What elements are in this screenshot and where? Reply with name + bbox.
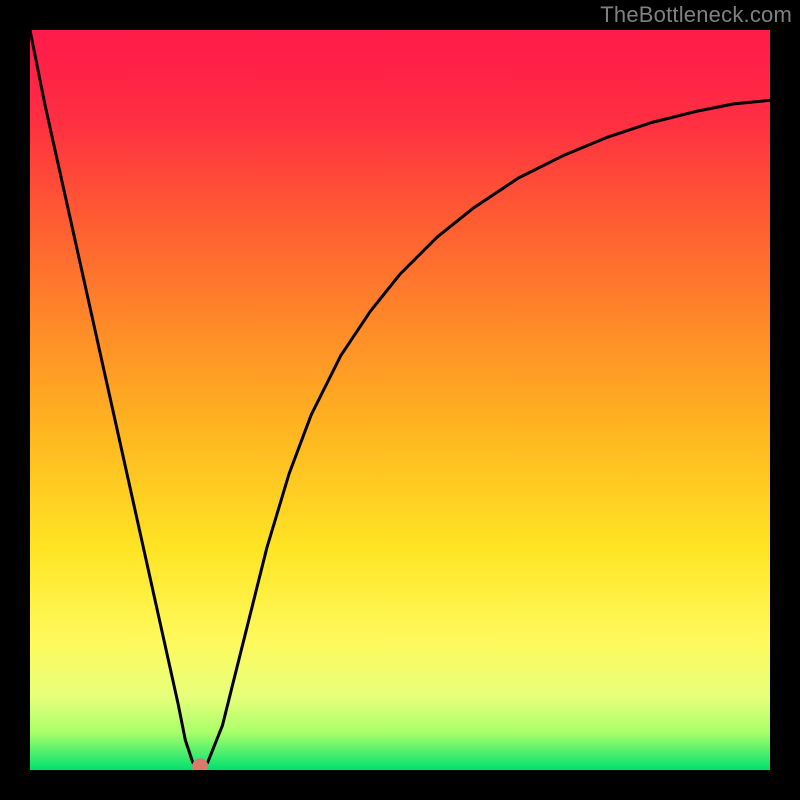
chart-frame: TheBottleneck.com xyxy=(0,0,800,800)
chart-svg xyxy=(30,30,770,770)
watermark-text: TheBottleneck.com xyxy=(600,2,792,28)
gradient-fill xyxy=(30,30,770,770)
plot-area xyxy=(30,30,770,770)
